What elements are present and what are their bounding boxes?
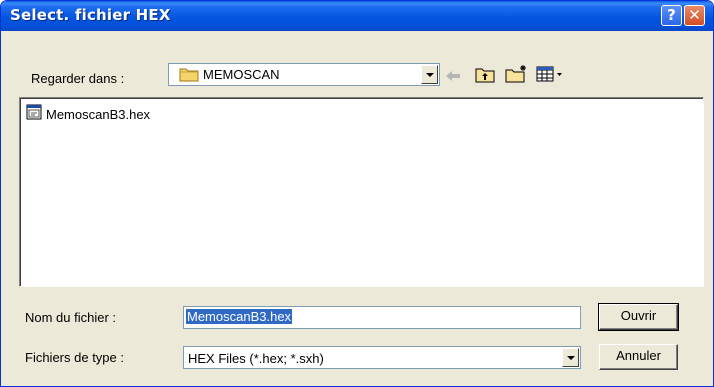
- window-title: Select. fichier HEX: [10, 6, 171, 24]
- filetype-dropdown[interactable]: HEX Files (*.hex; *.sxh): [183, 346, 581, 369]
- filetype-dropdown-arrow[interactable]: [562, 348, 579, 367]
- cancel-button[interactable]: Annuler: [599, 344, 678, 370]
- help-button[interactable]: ?: [661, 5, 682, 26]
- new-folder-icon[interactable]: [505, 64, 529, 83]
- filetype-value: HEX Files (*.hex; *.sxh): [188, 351, 324, 366]
- filename-label: Nom du fichier :: [25, 310, 117, 325]
- file-list[interactable]: MemoscanB3.hex: [19, 97, 704, 287]
- filetype-label: Fichiers de type :: [25, 350, 124, 365]
- open-button[interactable]: Ouvrir: [598, 303, 679, 331]
- up-folder-icon[interactable]: [475, 66, 495, 83]
- lookin-dropdown-arrow[interactable]: [421, 65, 438, 84]
- hex-file-icon: [26, 104, 42, 125]
- view-menu-icon[interactable]: [536, 66, 566, 82]
- close-button[interactable]: ✕: [684, 5, 705, 26]
- lookin-label: Regarder dans :: [31, 71, 125, 86]
- file-dialog-window: Select. fichier HEX ? ✕ Regarder dans : …: [0, 0, 714, 387]
- file-name: MemoscanB3.hex: [46, 106, 151, 122]
- folder-icon: [179, 67, 199, 87]
- lookin-value: MEMOSCAN: [203, 67, 280, 82]
- lookin-dropdown[interactable]: MEMOSCAN: [168, 63, 440, 86]
- filename-input[interactable]: MemoscanB3.hex: [183, 306, 581, 329]
- file-item[interactable]: MemoscanB3.hex: [26, 104, 151, 125]
- back-arrow-icon[interactable]: [445, 69, 461, 85]
- title-bar[interactable]: Select. fichier HEX ? ✕: [1, 1, 713, 31]
- filename-value: MemoscanB3.hex: [186, 309, 293, 324]
